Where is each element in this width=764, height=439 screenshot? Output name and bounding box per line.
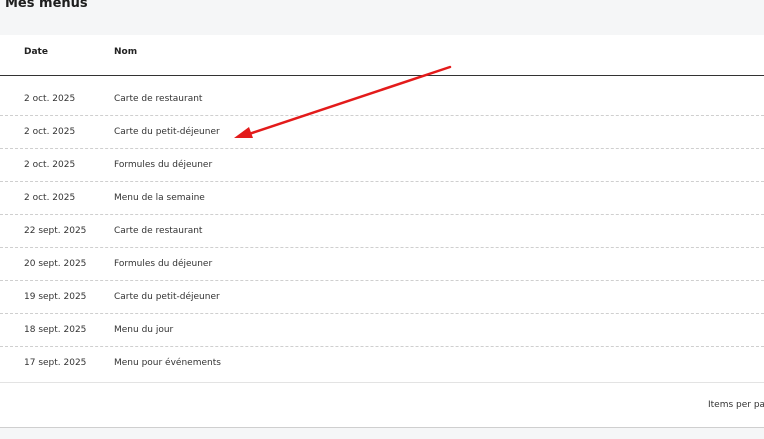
items-per-page-label: Items per page — [708, 400, 764, 410]
table-row[interactable]: 2 oct. 2025 Formules du déjeuner — [0, 149, 764, 182]
row-nom: Carte du petit-déjeuner — [114, 127, 220, 137]
pagination-bar: Items per page — [0, 382, 764, 428]
row-nom: Carte de restaurant — [114, 94, 203, 104]
row-date: 2 oct. 2025 — [24, 160, 76, 170]
row-nom: Carte du petit-déjeuner — [114, 292, 220, 302]
row-nom: Formules du déjeuner — [114, 160, 213, 170]
column-header-date[interactable]: Date — [24, 47, 48, 57]
row-date: 2 oct. 2025 — [24, 127, 76, 137]
row-nom: Menu pour événements — [114, 358, 221, 368]
row-date: 18 sept. 2025 — [24, 325, 87, 335]
row-nom: Menu du jour — [114, 325, 174, 335]
table-row[interactable]: 19 sept. 2025 Carte du petit-déjeuner — [0, 281, 764, 314]
table-row[interactable]: 22 sept. 2025 Carte de restaurant — [0, 215, 764, 248]
menus-table: Date Nom 2 oct. 2025 Carte de restaurant… — [0, 35, 764, 428]
table-row[interactable]: 17 sept. 2025 Menu pour événements — [0, 347, 764, 379]
table-row[interactable]: 2 oct. 2025 Menu de la semaine — [0, 182, 764, 215]
table-row[interactable]: 20 sept. 2025 Formules du déjeuner — [0, 248, 764, 281]
column-header-nom[interactable]: Nom — [114, 47, 137, 57]
row-nom: Menu de la semaine — [114, 193, 205, 203]
row-date: 22 sept. 2025 — [24, 226, 87, 236]
row-nom: Carte de restaurant — [114, 226, 203, 236]
row-date: 17 sept. 2025 — [24, 358, 87, 368]
table-row[interactable]: 18 sept. 2025 Menu du jour — [0, 314, 764, 347]
row-date: 20 sept. 2025 — [24, 259, 87, 269]
row-date: 2 oct. 2025 — [24, 94, 76, 104]
row-nom: Formules du déjeuner — [114, 259, 213, 269]
page-title: Mes menus — [5, 0, 88, 11]
table-header: Date Nom — [0, 35, 764, 76]
table-row[interactable]: 2 oct. 2025 Carte de restaurant — [0, 83, 764, 116]
row-date: 2 oct. 2025 — [24, 193, 76, 203]
table-body: 2 oct. 2025 Carte de restaurant 2 oct. 2… — [0, 83, 764, 379]
row-date: 19 sept. 2025 — [24, 292, 87, 302]
table-row[interactable]: 2 oct. 2025 Carte du petit-déjeuner — [0, 116, 764, 149]
menus-page: Mes menus Date Nom 2 oct. 2025 Carte de … — [0, 0, 764, 439]
